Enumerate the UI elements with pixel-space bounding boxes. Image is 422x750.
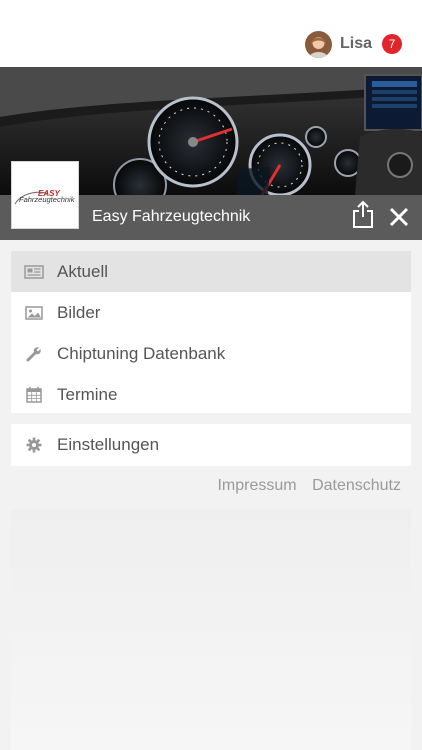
navigation-menu: Aktuell Bilder Chiptuning Datenbank Term… [11, 251, 411, 413]
content-background [11, 510, 411, 750]
menu-item-bilder[interactable]: Bilder [11, 292, 411, 333]
wrench-icon [11, 346, 57, 362]
menu-item-termine[interactable]: Termine [11, 374, 411, 415]
top-bar: Lisa 7 [0, 0, 422, 67]
close-icon[interactable] [386, 204, 412, 230]
menu-item-einstellungen[interactable]: Einstellungen [11, 424, 411, 465]
calendar-icon [11, 386, 57, 403]
user-profile[interactable]: Lisa 7 [304, 30, 402, 58]
footer-links: Impressum Datenschutz [217, 477, 401, 495]
datenschutz-link[interactable]: Datenschutz [312, 477, 401, 494]
menu-item-label: Aktuell [57, 261, 109, 281]
menu-item-label: Einstellungen [57, 434, 160, 454]
gear-icon [11, 437, 57, 453]
share-icon[interactable] [350, 200, 376, 230]
notification-badge[interactable]: 7 [382, 34, 402, 54]
brand-name: Easy Fahrzeugtechnik [92, 208, 251, 225]
menu-item-chiptuning[interactable]: Chiptuning Datenbank [11, 333, 411, 374]
image-icon [11, 305, 57, 320]
avatar[interactable] [304, 30, 332, 58]
menu-item-label: Termine [57, 384, 118, 404]
newspaper-icon [11, 264, 57, 279]
menu-item-label: Bilder [57, 302, 101, 322]
svg-text:Fahrzeugtechnik: Fahrzeugtechnik [19, 195, 76, 204]
menu-item-label: Chiptuning Datenbank [57, 343, 226, 363]
brand-logo: EASY Fahrzeugtechnik [11, 161, 79, 229]
menu-item-aktuell[interactable]: Aktuell [11, 251, 411, 292]
impressum-link[interactable]: Impressum [217, 477, 296, 494]
settings-menu: Einstellungen [11, 424, 411, 466]
user-name[interactable]: Lisa [340, 35, 372, 53]
